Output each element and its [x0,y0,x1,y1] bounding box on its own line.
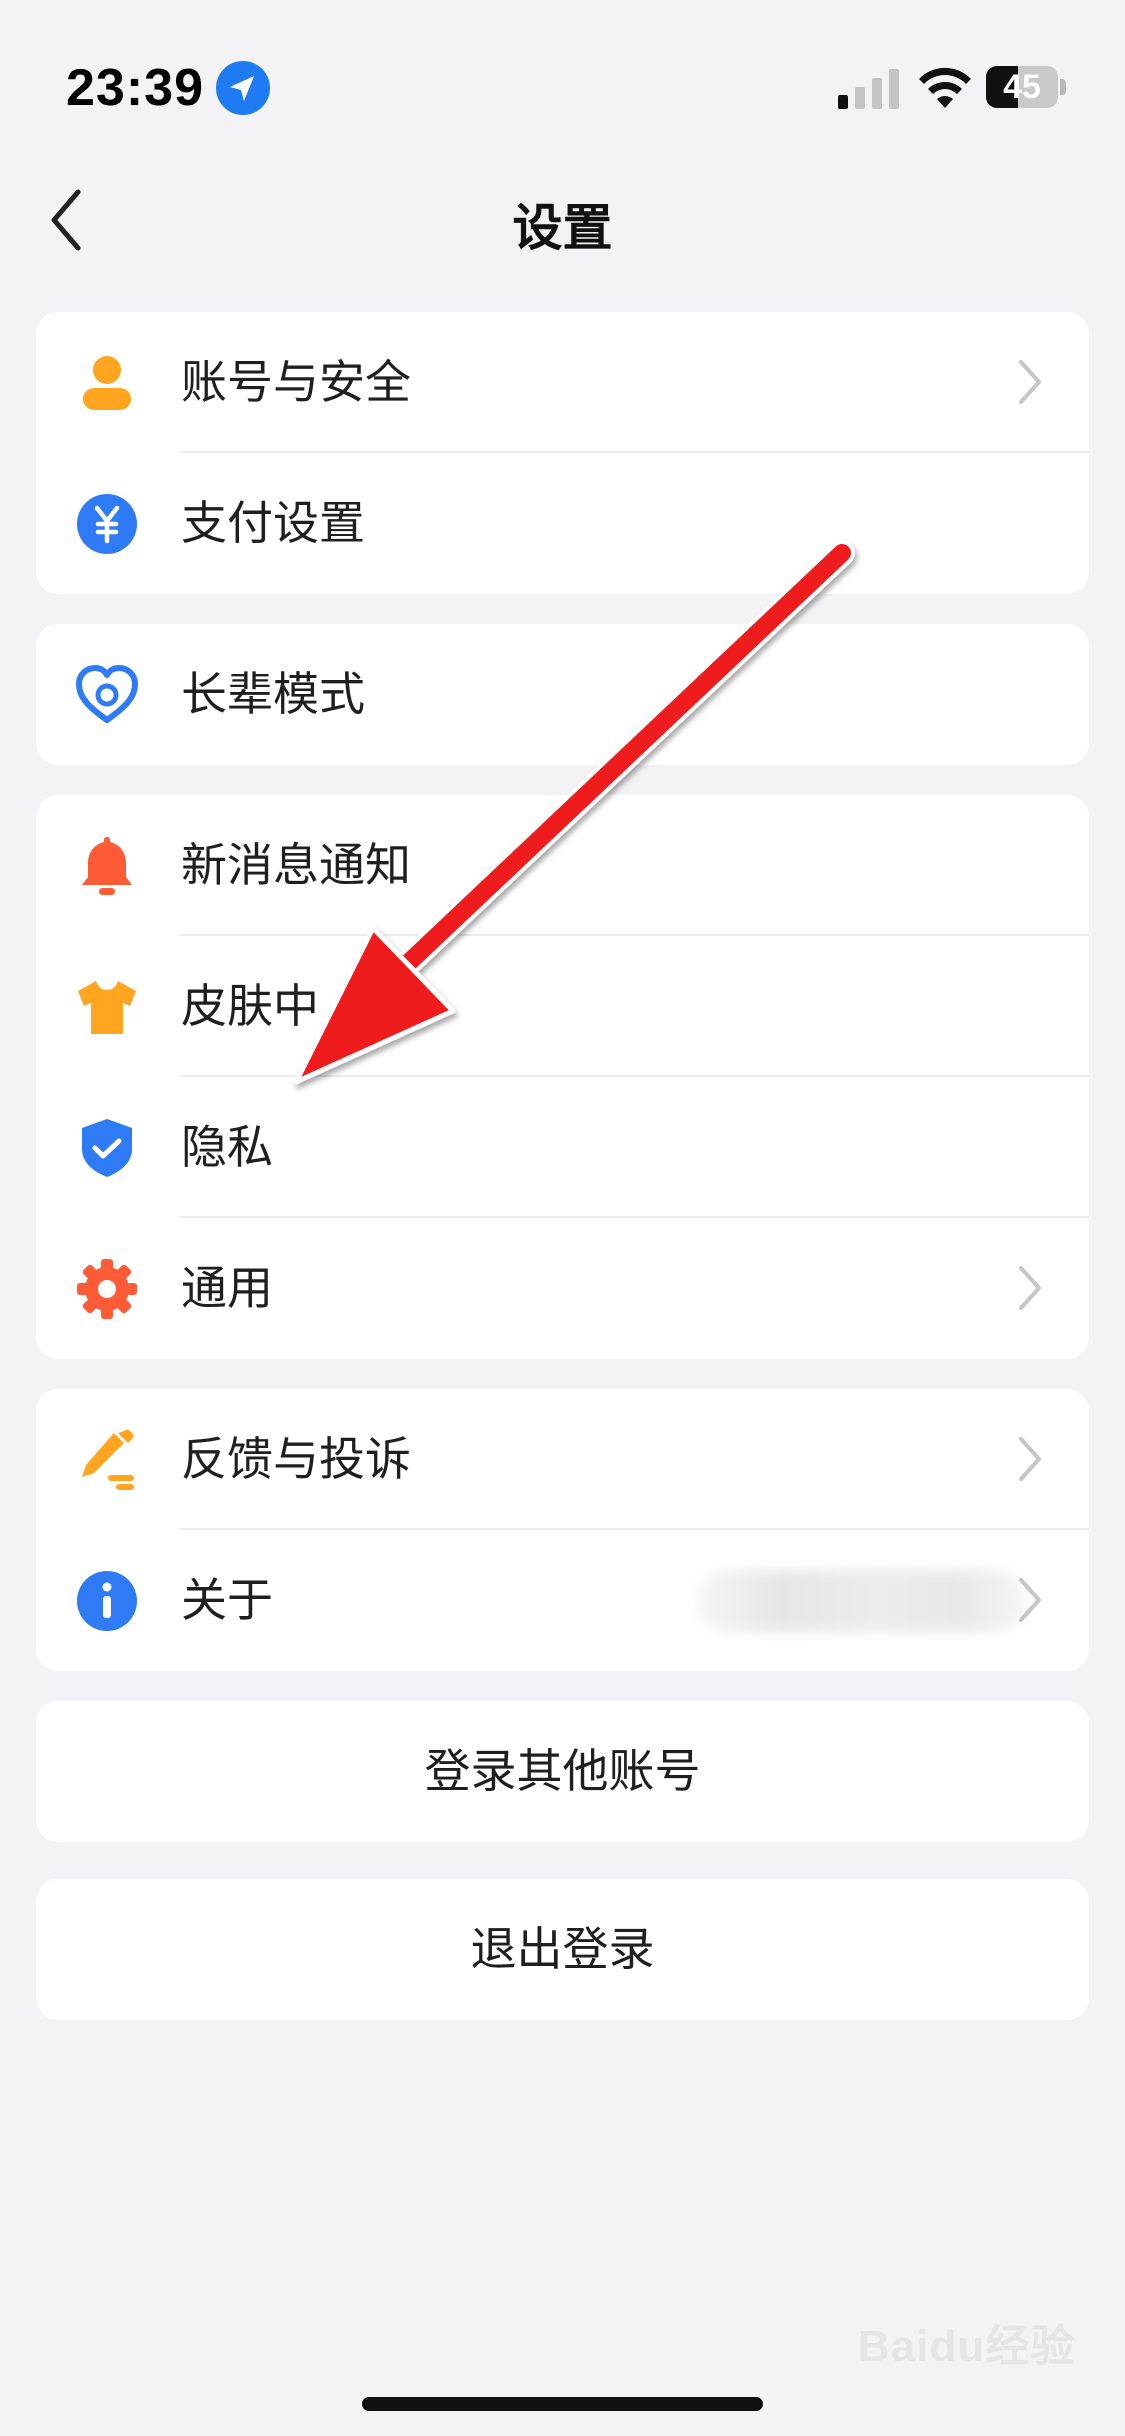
blurred-version-info [696,1570,1026,1632]
wifi-icon [919,67,971,108]
tshirt-icon [78,981,136,1034]
yuan-icon [77,494,137,554]
settings-item-label: 关于 [181,1573,273,1627]
settings-item-label: 隐私 [181,1120,273,1174]
logout-button[interactable]: 退出登录 [36,1879,1089,2020]
person-icon [83,356,131,410]
settings-item-privacy[interactable]: 隐私 [36,1077,1089,1218]
settings-group-account: 账号与安全 支付设置 [36,312,1089,594]
heart-icon [76,665,138,723]
settings-item-label: 通用 [181,1261,273,1315]
status-bar: 23:39 45 [0,0,1125,170]
chevron-right-icon [1019,1578,1041,1622]
location-arrow-icon [216,61,270,115]
gear-icon [77,1259,137,1319]
settings-item-feedback[interactable]: 反馈与投诉 [36,1389,1089,1530]
switch-account-label: 登录其他账号 [424,1744,701,1798]
settings-item-payment[interactable]: 支付设置 [36,453,1089,594]
settings-item-label: 支付设置 [181,496,365,550]
settings-item-notifications[interactable]: 新消息通知 [36,795,1089,936]
settings-item-label: 皮肤中 [181,979,319,1033]
nav-bar: 设置 [0,170,1125,270]
page-title: 设置 [512,199,613,257]
settings-item-label: 长辈模式 [181,667,365,721]
battery-icon: 45 [986,66,1066,108]
settings-group-elder: 长辈模式 [36,624,1089,765]
settings-item-skin[interactable]: 皮肤中 [36,936,1089,1077]
baidu-watermark: Baidu经验 [858,2322,1076,2371]
chevron-right-icon [1019,1266,1041,1310]
settings-item-label: 反馈与投诉 [181,1432,411,1486]
logout-label: 退出登录 [470,1922,655,1976]
bell-icon [82,837,132,895]
settings-item-account-security[interactable]: 账号与安全 [36,312,1089,453]
switch-account-button[interactable]: 登录其他账号 [36,1701,1089,1842]
settings-group-support: 反馈与投诉 关于 [36,1389,1089,1671]
settings-item-general[interactable]: 通用 [36,1218,1089,1359]
chevron-right-icon [1019,360,1041,404]
settings-item-label: 新消息通知 [181,838,411,892]
shield-check-icon [82,1119,132,1177]
info-icon [77,1571,137,1631]
settings-item-about[interactable]: 关于 [36,1530,1089,1671]
battery-level: 45 [1003,68,1041,106]
cellular-signal-icon [838,69,899,109]
settings-item-label: 账号与安全 [181,355,411,409]
chevron-right-icon [1019,1437,1041,1481]
settings-item-elder-mode[interactable]: 长辈模式 [36,624,1089,765]
pencil-icon [82,1429,134,1490]
settings-group-general: 新消息通知 皮肤中 隐私 通用 [36,795,1089,1359]
status-time: 23:39 [66,59,204,117]
home-indicator[interactable] [362,2397,763,2411]
